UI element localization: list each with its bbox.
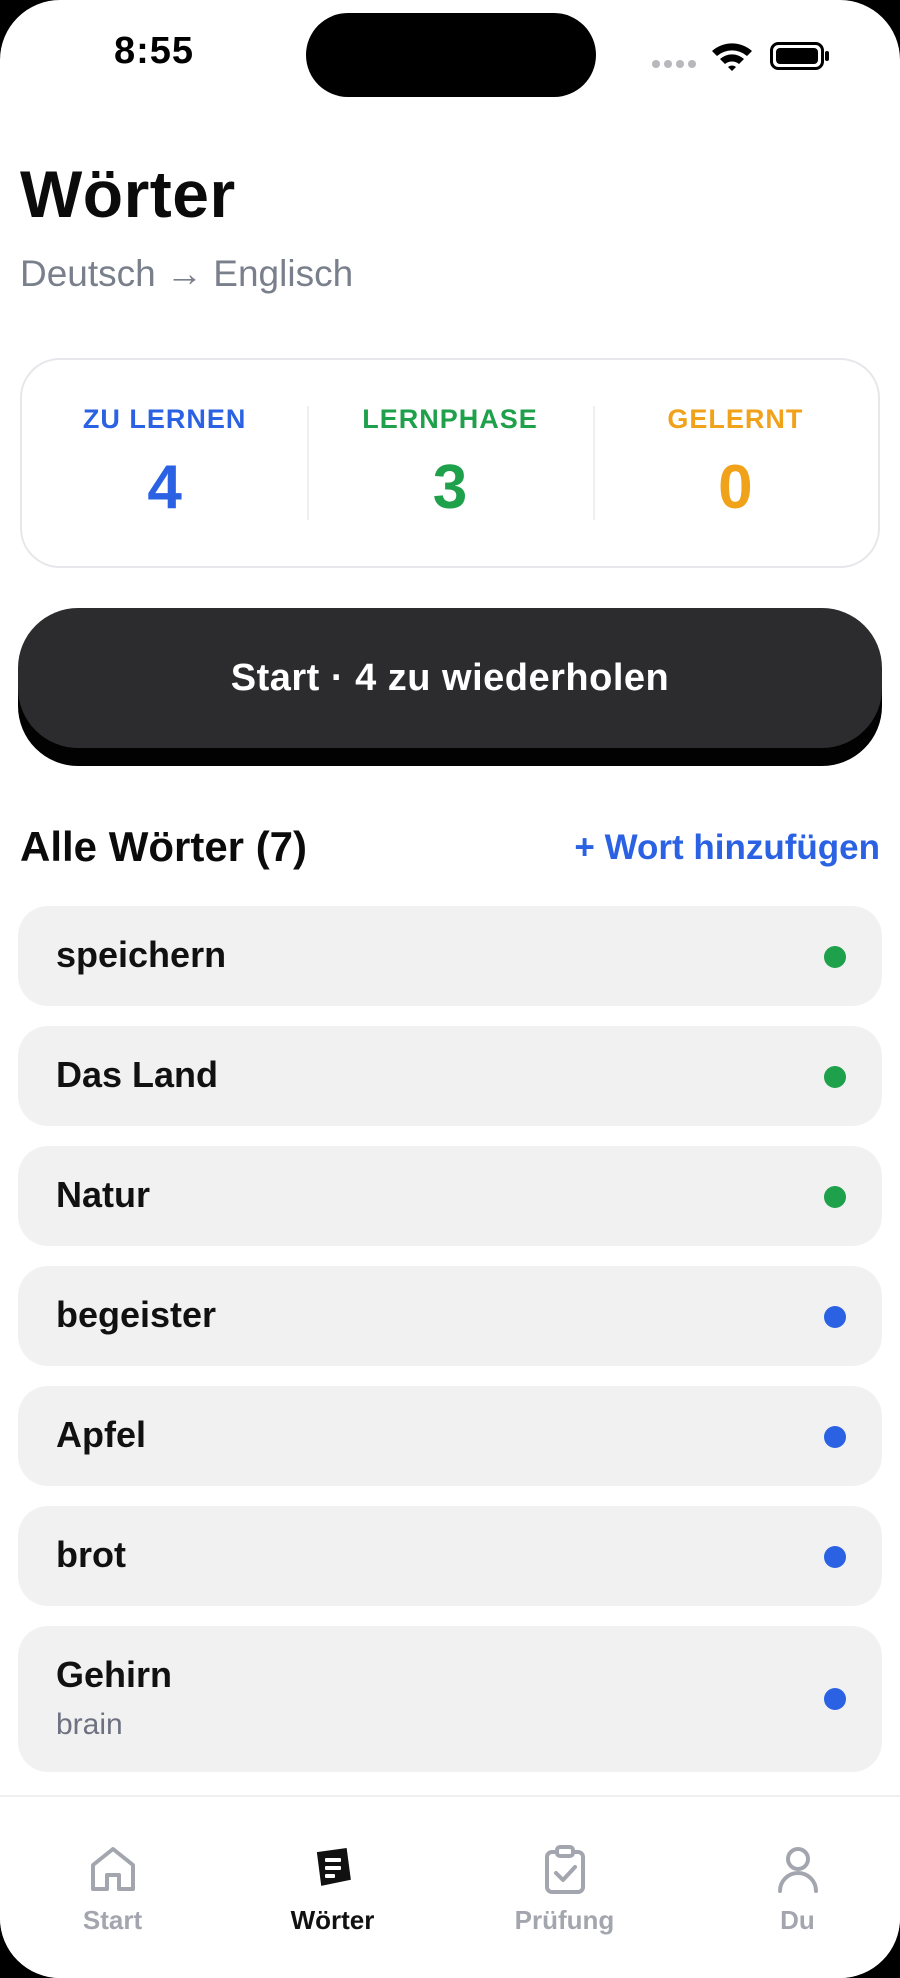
word-list-item[interactable]: Natur: [18, 1146, 882, 1246]
stat-value: 3: [432, 453, 468, 522]
page-title: Wörter: [20, 157, 236, 231]
word-list-item[interactable]: brot: [18, 1506, 882, 1606]
start-review-button[interactable]: Start · 4 zu wiederholen: [18, 608, 882, 748]
tab-exam[interactable]: Prüfung: [452, 1797, 677, 1937]
home-icon: [90, 1847, 135, 1891]
word-text: speichern: [56, 934, 227, 975]
status-dot: [824, 1066, 846, 1088]
wifi-icon: [712, 43, 752, 71]
stat-label: LERNPHASE: [362, 404, 538, 434]
stat-value: 4: [147, 453, 182, 522]
word-text: begeister: [56, 1294, 217, 1335]
clipboard-check-icon: [544, 1845, 585, 1894]
stat-learning-phase: LERNPHASE 3: [307, 360, 592, 566]
status-dot: [824, 1306, 846, 1328]
word-text: Natur: [56, 1174, 151, 1215]
word-text: Gehirn: [56, 1654, 173, 1695]
word-text: Apfel: [56, 1414, 146, 1455]
status-dot: [824, 1688, 846, 1710]
status-dot: [824, 946, 846, 968]
word-list: speichern Das Land Natur begeister Apfel…: [18, 906, 882, 1792]
word-list-item[interactable]: begeister: [18, 1266, 882, 1366]
tab-label: Prüfung: [514, 1905, 615, 1935]
notes-icon: [316, 1847, 351, 1886]
status-dot: [824, 1426, 846, 1448]
tab-label: Du: [780, 1905, 815, 1935]
add-word-link[interactable]: + Wort hinzufügen: [574, 828, 880, 868]
word-list-item[interactable]: Das Land: [18, 1026, 882, 1126]
stat-value: 0: [718, 453, 753, 522]
status-dot: [824, 1186, 846, 1208]
dynamic-island: [306, 13, 596, 97]
cellular-signal-icon: [652, 60, 698, 70]
language-pair: Deutsch → Englisch: [20, 253, 354, 294]
tab-label: Wörter: [290, 1905, 375, 1935]
stats-card: ZU LERNEN 4 LERNPHASE 3 GELERNT 0: [20, 358, 880, 568]
tab-profile[interactable]: Du: [685, 1797, 900, 1937]
tab-words[interactable]: Wörter: [220, 1797, 445, 1937]
word-list-item[interactable]: speichern: [18, 906, 882, 1006]
stat-label: ZU LERNEN: [82, 404, 247, 434]
word-list-item[interactable]: Apfel: [18, 1386, 882, 1486]
word-list-item[interactable]: Gehirn brain: [18, 1626, 882, 1772]
status-time: 8:55: [114, 30, 195, 72]
tab-start[interactable]: Start: [0, 1797, 225, 1937]
stat-label: GELERNT: [667, 404, 804, 434]
tab-bar: Start Wörter Prüfung Du: [0, 1795, 900, 1978]
word-text: brot: [56, 1534, 126, 1575]
word-text: Das Land: [56, 1054, 219, 1095]
all-words-heading: Alle Wörter (7): [20, 823, 308, 870]
word-translation: brain: [56, 1708, 123, 1741]
status-bar: 8:55: [0, 0, 900, 110]
battery-icon: [770, 42, 829, 70]
app-screen: 8:55 Wörter Deutsch → Englisch ZU LERNEN…: [0, 0, 900, 1978]
user-icon: [777, 1847, 818, 1893]
tab-label: Start: [82, 1905, 143, 1935]
status-dot: [824, 1546, 846, 1568]
stat-learned: GELERNT 0: [592, 360, 878, 566]
stat-to-learn: ZU LERNEN 4: [22, 360, 307, 566]
